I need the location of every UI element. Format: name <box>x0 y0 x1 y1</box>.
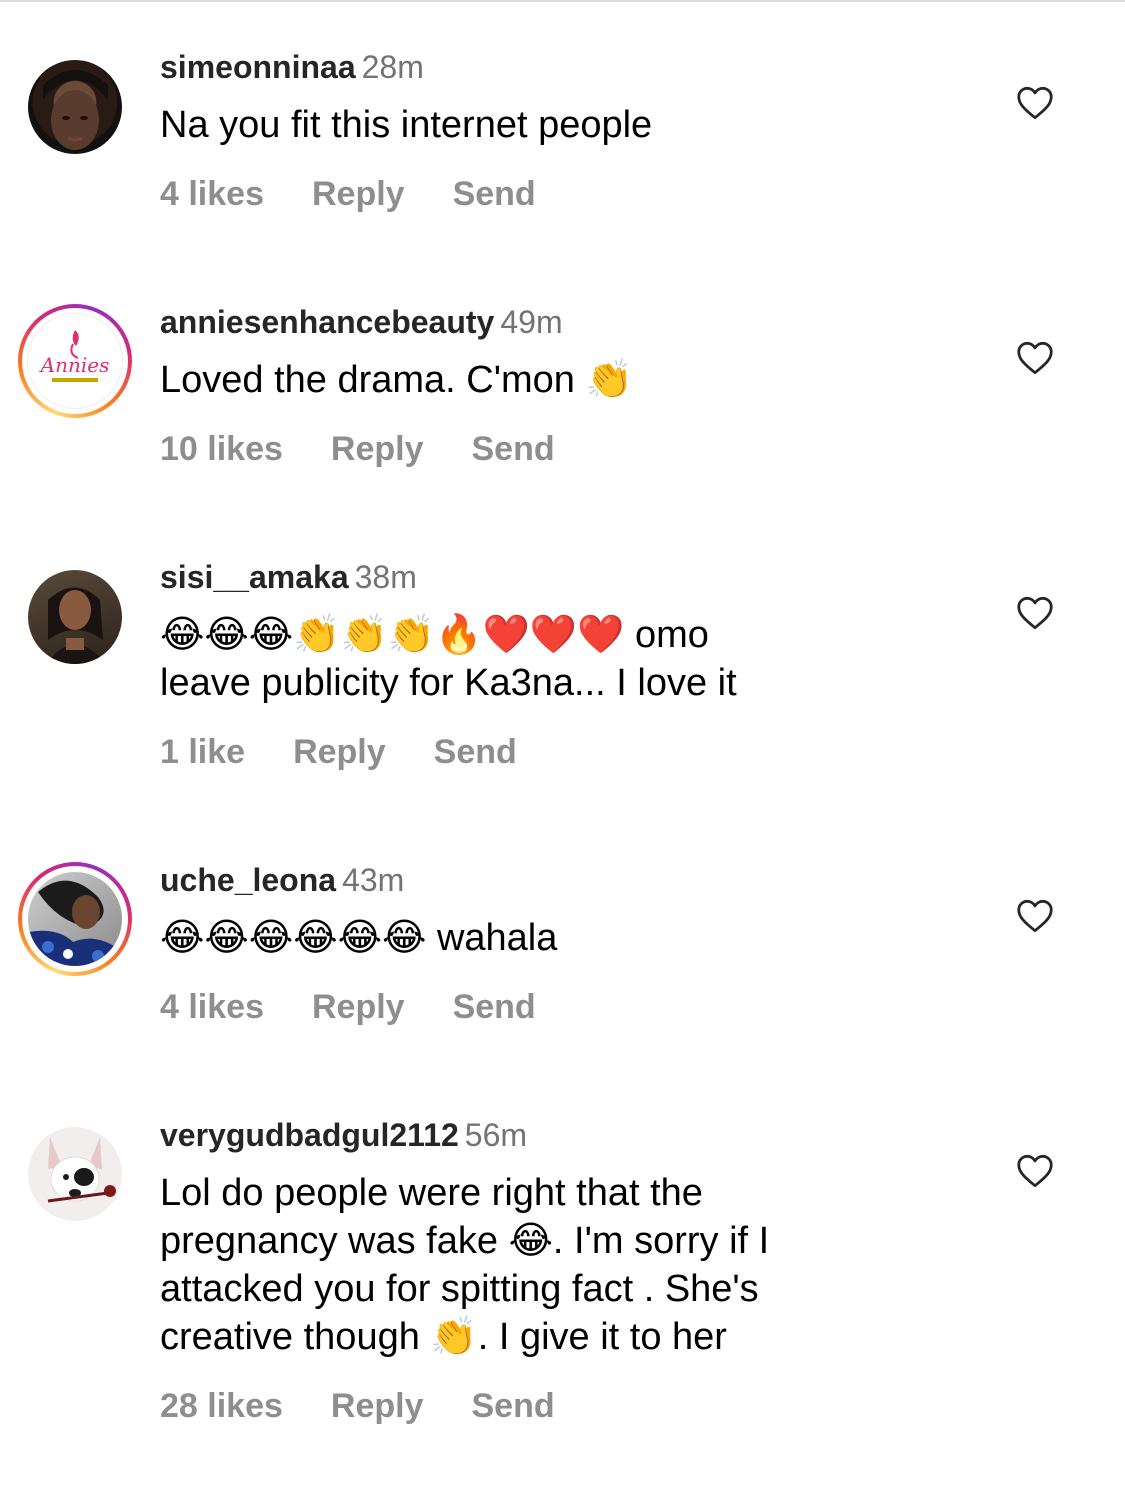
reply-button[interactable]: Reply <box>312 988 405 1026</box>
avatar[interactable] <box>18 1117 132 1231</box>
username[interactable]: simeonninaa <box>160 49 356 85</box>
likes-count[interactable]: 4 likes <box>160 175 264 213</box>
comment-text-line-1: Lol do people were right that the <box>160 1172 703 1214</box>
send-button[interactable]: Send <box>453 988 536 1026</box>
avatar-photo <box>28 880 122 966</box>
avatar[interactable] <box>18 862 132 976</box>
avatar-logo: Annies <box>39 330 110 382</box>
avatar[interactable]: Annies <box>18 304 132 418</box>
avatar[interactable] <box>18 50 132 164</box>
heart-outline-icon[interactable] <box>1016 86 1054 120</box>
avatar[interactable] <box>18 560 132 674</box>
comment-actions: 28 likes Reply Send <box>160 1387 603 1426</box>
comment-text-line-3: attacked you for spitting fact . She's <box>160 1268 759 1310</box>
comment-header: uche_leona 43m <box>160 861 404 899</box>
heart-outline-icon[interactable] <box>1016 899 1054 933</box>
comment-header: verygudbadgul2112 56m <box>160 1116 527 1154</box>
comment-text-line-4: creative though 👏. I give it to her <box>160 1316 727 1358</box>
comment-header: simeonninaa 28m <box>160 48 424 86</box>
reply-button[interactable]: Reply <box>293 733 386 771</box>
likes-count[interactable]: 1 like <box>160 733 245 771</box>
comment-actions: 10 likes Reply Send <box>160 430 603 469</box>
reply-button[interactable]: Reply <box>331 430 424 468</box>
comment-text-line-2: leave publicity for Ka3na... I love it <box>160 662 737 704</box>
avatar-photo <box>43 70 108 150</box>
comment-actions: 4 likes Reply Send <box>160 175 584 214</box>
username[interactable]: verygudbadgul2112 <box>160 1117 459 1153</box>
username[interactable]: sisi__amaka <box>160 559 349 595</box>
top-divider <box>0 0 1125 2</box>
avatar-photo <box>47 1137 116 1203</box>
send-button[interactable]: Send <box>453 175 536 213</box>
send-button[interactable]: Send <box>434 733 517 771</box>
username[interactable]: uche_leona <box>160 862 336 898</box>
comment-time: 56m <box>464 1117 528 1153</box>
avatar-photo <box>46 587 106 664</box>
heart-outline-icon[interactable] <box>1016 341 1054 375</box>
comment-text-line-2: pregnancy was fake 😂. I'm sorry if I <box>160 1220 770 1262</box>
comment-actions: 4 likes Reply Send <box>160 988 584 1027</box>
comment-actions: 1 like Reply Send <box>160 733 565 772</box>
comment-text-line-1: 😂😂😂👏👏👏🔥❤️❤️❤️ omo <box>160 614 709 656</box>
reply-button[interactable]: Reply <box>312 175 405 213</box>
comment-time: 28m <box>361 49 424 85</box>
comment-header: sisi__amaka 38m <box>160 558 417 596</box>
comment-text: 😂😂😂😂😂😂 wahala <box>160 917 558 959</box>
reply-button[interactable]: Reply <box>331 1387 424 1425</box>
username[interactable]: anniesenhancebeauty <box>160 304 494 340</box>
svg-text:Annies: Annies <box>39 353 110 377</box>
heart-outline-icon[interactable] <box>1016 596 1054 630</box>
comment-time: 49m <box>500 304 563 340</box>
comment-text: Na you fit this internet people <box>160 104 653 146</box>
likes-count[interactable]: 28 likes <box>160 1387 283 1425</box>
send-button[interactable]: Send <box>471 1387 554 1425</box>
likes-count[interactable]: 10 likes <box>160 430 283 468</box>
heart-outline-icon[interactable] <box>1016 1154 1054 1188</box>
comment-time: 38m <box>354 559 417 595</box>
comment-text: Loved the drama. C'mon 👏 <box>160 359 633 401</box>
likes-count[interactable]: 4 likes <box>160 988 264 1026</box>
comment-header: anniesenhancebeauty 49m <box>160 303 563 341</box>
comment-time: 43m <box>342 862 405 898</box>
send-button[interactable]: Send <box>471 430 554 468</box>
